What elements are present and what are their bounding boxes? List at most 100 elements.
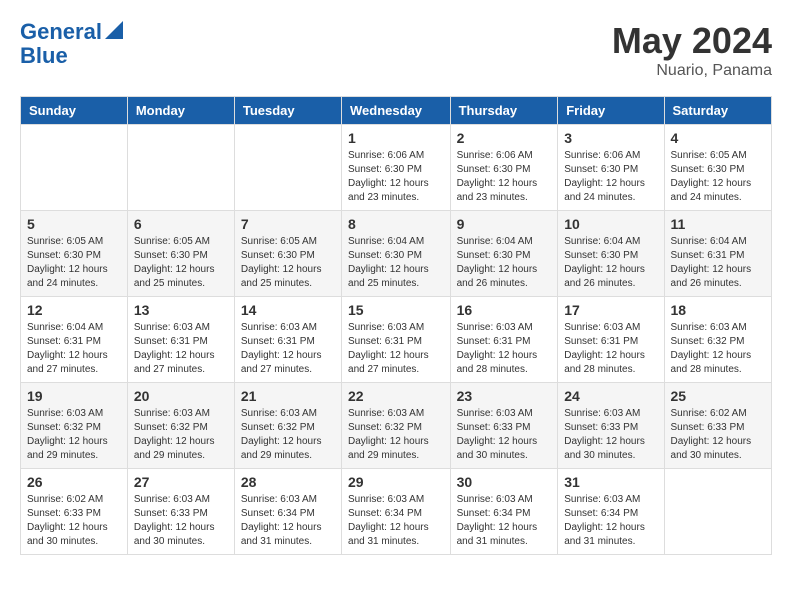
day-info: Sunrise: 6:03 AM Sunset: 6:31 PM Dayligh… (348, 321, 444, 377)
day-number: 25 (671, 388, 765, 404)
day-info: Sunrise: 6:06 AM Sunset: 6:30 PM Dayligh… (564, 149, 657, 205)
day-info: Sunrise: 6:04 AM Sunset: 6:30 PM Dayligh… (348, 235, 444, 291)
calendar-cell: 6 Sunrise: 6:05 AM Sunset: 6:30 PM Daylig… (127, 211, 234, 297)
calendar-cell (127, 125, 234, 211)
day-info: Sunrise: 6:03 AM Sunset: 6:32 PM Dayligh… (348, 407, 444, 463)
calendar-cell: 1 Sunrise: 6:06 AM Sunset: 6:30 PM Daylig… (342, 125, 451, 211)
calendar-table: Sunday Monday Tuesday Wednesday Thursday… (20, 96, 772, 555)
calendar-cell: 23 Sunrise: 6:03 AM Sunset: 6:33 PM Dayli… (450, 383, 558, 469)
calendar-cell: 22 Sunrise: 6:03 AM Sunset: 6:32 PM Dayli… (342, 383, 451, 469)
day-info: Sunrise: 6:04 AM Sunset: 6:30 PM Dayligh… (564, 235, 657, 291)
day-number: 10 (564, 216, 657, 232)
day-info: Sunrise: 6:03 AM Sunset: 6:34 PM Dayligh… (241, 493, 335, 549)
day-info: Sunrise: 6:03 AM Sunset: 6:34 PM Dayligh… (457, 493, 552, 549)
day-number: 18 (671, 302, 765, 318)
day-info: Sunrise: 6:05 AM Sunset: 6:30 PM Dayligh… (27, 235, 121, 291)
header-sunday: Sunday (21, 97, 128, 125)
header-saturday: Saturday (664, 97, 771, 125)
calendar-week-4: 26Sunrise: 6:02 AM Sunset: 6:33 PM Dayli… (21, 469, 772, 555)
day-info: Sunrise: 6:03 AM Sunset: 6:31 PM Dayligh… (457, 321, 552, 377)
day-info: Sunrise: 6:03 AM Sunset: 6:34 PM Dayligh… (348, 493, 444, 549)
calendar-cell: 29 Sunrise: 6:03 AM Sunset: 6:34 PM Dayli… (342, 469, 451, 555)
day-number: 1 (348, 130, 444, 146)
day-info: Sunrise: 6:03 AM Sunset: 6:31 PM Dayligh… (564, 321, 657, 377)
header-friday: Friday (558, 97, 664, 125)
day-number: 8 (348, 216, 444, 232)
calendar-cell: 10 Sunrise: 6:04 AM Sunset: 6:30 PM Dayli… (558, 211, 664, 297)
day-number: 13 (134, 302, 228, 318)
day-number: 2 (457, 130, 552, 146)
day-info: Sunrise: 6:06 AM Sunset: 6:30 PM Dayligh… (348, 149, 444, 205)
calendar-cell: 20 Sunrise: 6:03 AM Sunset: 6:32 PM Dayli… (127, 383, 234, 469)
day-info: Sunrise: 6:03 AM Sunset: 6:32 PM Dayligh… (241, 407, 335, 463)
day-info: Sunrise: 6:04 AM Sunset: 6:31 PM Dayligh… (27, 321, 121, 377)
calendar-week-1: 5 Sunrise: 6:05 AM Sunset: 6:30 PM Daylig… (21, 211, 772, 297)
calendar-cell: 25 Sunrise: 6:02 AM Sunset: 6:33 PM Dayli… (664, 383, 771, 469)
day-info: Sunrise: 6:03 AM Sunset: 6:33 PM Dayligh… (564, 407, 657, 463)
day-number: 16 (457, 302, 552, 318)
day-number: 29 (348, 474, 444, 490)
calendar-cell: 16 Sunrise: 6:03 AM Sunset: 6:31 PM Dayli… (450, 297, 558, 383)
calendar-cell: 28Sunrise: 6:03 AM Sunset: 6:34 PM Dayli… (234, 469, 341, 555)
calendar-cell: 11 Sunrise: 6:04 AM Sunset: 6:31 PM Dayli… (664, 211, 771, 297)
day-info: Sunrise: 6:03 AM Sunset: 6:31 PM Dayligh… (241, 321, 335, 377)
day-number: 11 (671, 216, 765, 232)
day-number: 20 (134, 388, 228, 404)
calendar-cell: 13 Sunrise: 6:03 AM Sunset: 6:31 PM Dayli… (127, 297, 234, 383)
calendar-cell: 14 Sunrise: 6:03 AM Sunset: 6:31 PM Dayli… (234, 297, 341, 383)
calendar-cell: 21 Sunrise: 6:03 AM Sunset: 6:32 PM Dayli… (234, 383, 341, 469)
day-number: 17 (564, 302, 657, 318)
calendar-cell: 17 Sunrise: 6:03 AM Sunset: 6:31 PM Dayli… (558, 297, 664, 383)
day-info: Sunrise: 6:05 AM Sunset: 6:30 PM Dayligh… (241, 235, 335, 291)
day-info: Sunrise: 6:03 AM Sunset: 6:33 PM Dayligh… (457, 407, 552, 463)
calendar-cell (664, 469, 771, 555)
header-wednesday: Wednesday (342, 97, 451, 125)
day-info: Sunrise: 6:05 AM Sunset: 6:30 PM Dayligh… (671, 149, 765, 205)
day-number: 12 (27, 302, 121, 318)
calendar-week-0: 1 Sunrise: 6:06 AM Sunset: 6:30 PM Daylig… (21, 125, 772, 211)
calendar-cell: 3Sunrise: 6:06 AM Sunset: 6:30 PM Daylig… (558, 125, 664, 211)
day-info: Sunrise: 6:03 AM Sunset: 6:32 PM Dayligh… (134, 407, 228, 463)
day-number: 22 (348, 388, 444, 404)
calendar-cell: 8 Sunrise: 6:04 AM Sunset: 6:30 PM Daylig… (342, 211, 451, 297)
calendar-cell: 19Sunrise: 6:03 AM Sunset: 6:32 PM Dayli… (21, 383, 128, 469)
day-number: 24 (564, 388, 657, 404)
header-thursday: Thursday (450, 97, 558, 125)
calendar-cell: 18Sunrise: 6:03 AM Sunset: 6:32 PM Dayli… (664, 297, 771, 383)
day-number: 9 (457, 216, 552, 232)
calendar-cell: 30 Sunrise: 6:03 AM Sunset: 6:34 PM Dayli… (450, 469, 558, 555)
day-info: Sunrise: 6:05 AM Sunset: 6:30 PM Dayligh… (134, 235, 228, 291)
calendar-cell: 9Sunrise: 6:04 AM Sunset: 6:30 PM Daylig… (450, 211, 558, 297)
day-number: 15 (348, 302, 444, 318)
calendar-cell: 5 Sunrise: 6:05 AM Sunset: 6:30 PM Daylig… (21, 211, 128, 297)
calendar-cell: 31Sunrise: 6:03 AM Sunset: 6:34 PM Dayli… (558, 469, 664, 555)
day-number: 30 (457, 474, 552, 490)
page-header: General Blue May 2024 Nuario, Panama (20, 20, 772, 80)
calendar-cell: 27Sunrise: 6:03 AM Sunset: 6:33 PM Dayli… (127, 469, 234, 555)
month-title: May 2024 (612, 20, 772, 62)
day-number: 5 (27, 216, 121, 232)
logo: General Blue (20, 20, 123, 68)
calendar-cell: 7Sunrise: 6:05 AM Sunset: 6:30 PM Daylig… (234, 211, 341, 297)
day-number: 14 (241, 302, 335, 318)
day-info: Sunrise: 6:03 AM Sunset: 6:34 PM Dayligh… (564, 493, 657, 549)
calendar-week-3: 19 Sunrise: 6:03 AM Sunset: 6:32 PM Dayli… (21, 383, 772, 469)
day-info: Sunrise: 6:02 AM Sunset: 6:33 PM Dayligh… (671, 407, 765, 463)
header-tuesday: Tuesday (234, 97, 341, 125)
calendar-cell: 2Sunrise: 6:06 AM Sunset: 6:30 PM Daylig… (450, 125, 558, 211)
calendar-cell: 24 Sunrise: 6:03 AM Sunset: 6:33 PM Dayli… (558, 383, 664, 469)
day-number: 27 (134, 474, 228, 490)
calendar-cell: 26Sunrise: 6:02 AM Sunset: 6:33 PM Dayli… (21, 469, 128, 555)
day-number: 23 (457, 388, 552, 404)
header-monday: Monday (127, 97, 234, 125)
day-info: Sunrise: 6:04 AM Sunset: 6:31 PM Dayligh… (671, 235, 765, 291)
location: Nuario, Panama (612, 62, 772, 80)
calendar-cell (234, 125, 341, 211)
calendar-cell: 4Sunrise: 6:05 AM Sunset: 6:30 PM Daylig… (664, 125, 771, 211)
calendar-cell: 15 Sunrise: 6:03 AM Sunset: 6:31 PM Dayli… (342, 297, 451, 383)
day-info: Sunrise: 6:02 AM Sunset: 6:33 PM Dayligh… (27, 493, 121, 549)
day-number: 6 (134, 216, 228, 232)
day-number: 19 (27, 388, 121, 404)
day-number: 21 (241, 388, 335, 404)
day-info: Sunrise: 6:03 AM Sunset: 6:31 PM Dayligh… (134, 321, 228, 377)
